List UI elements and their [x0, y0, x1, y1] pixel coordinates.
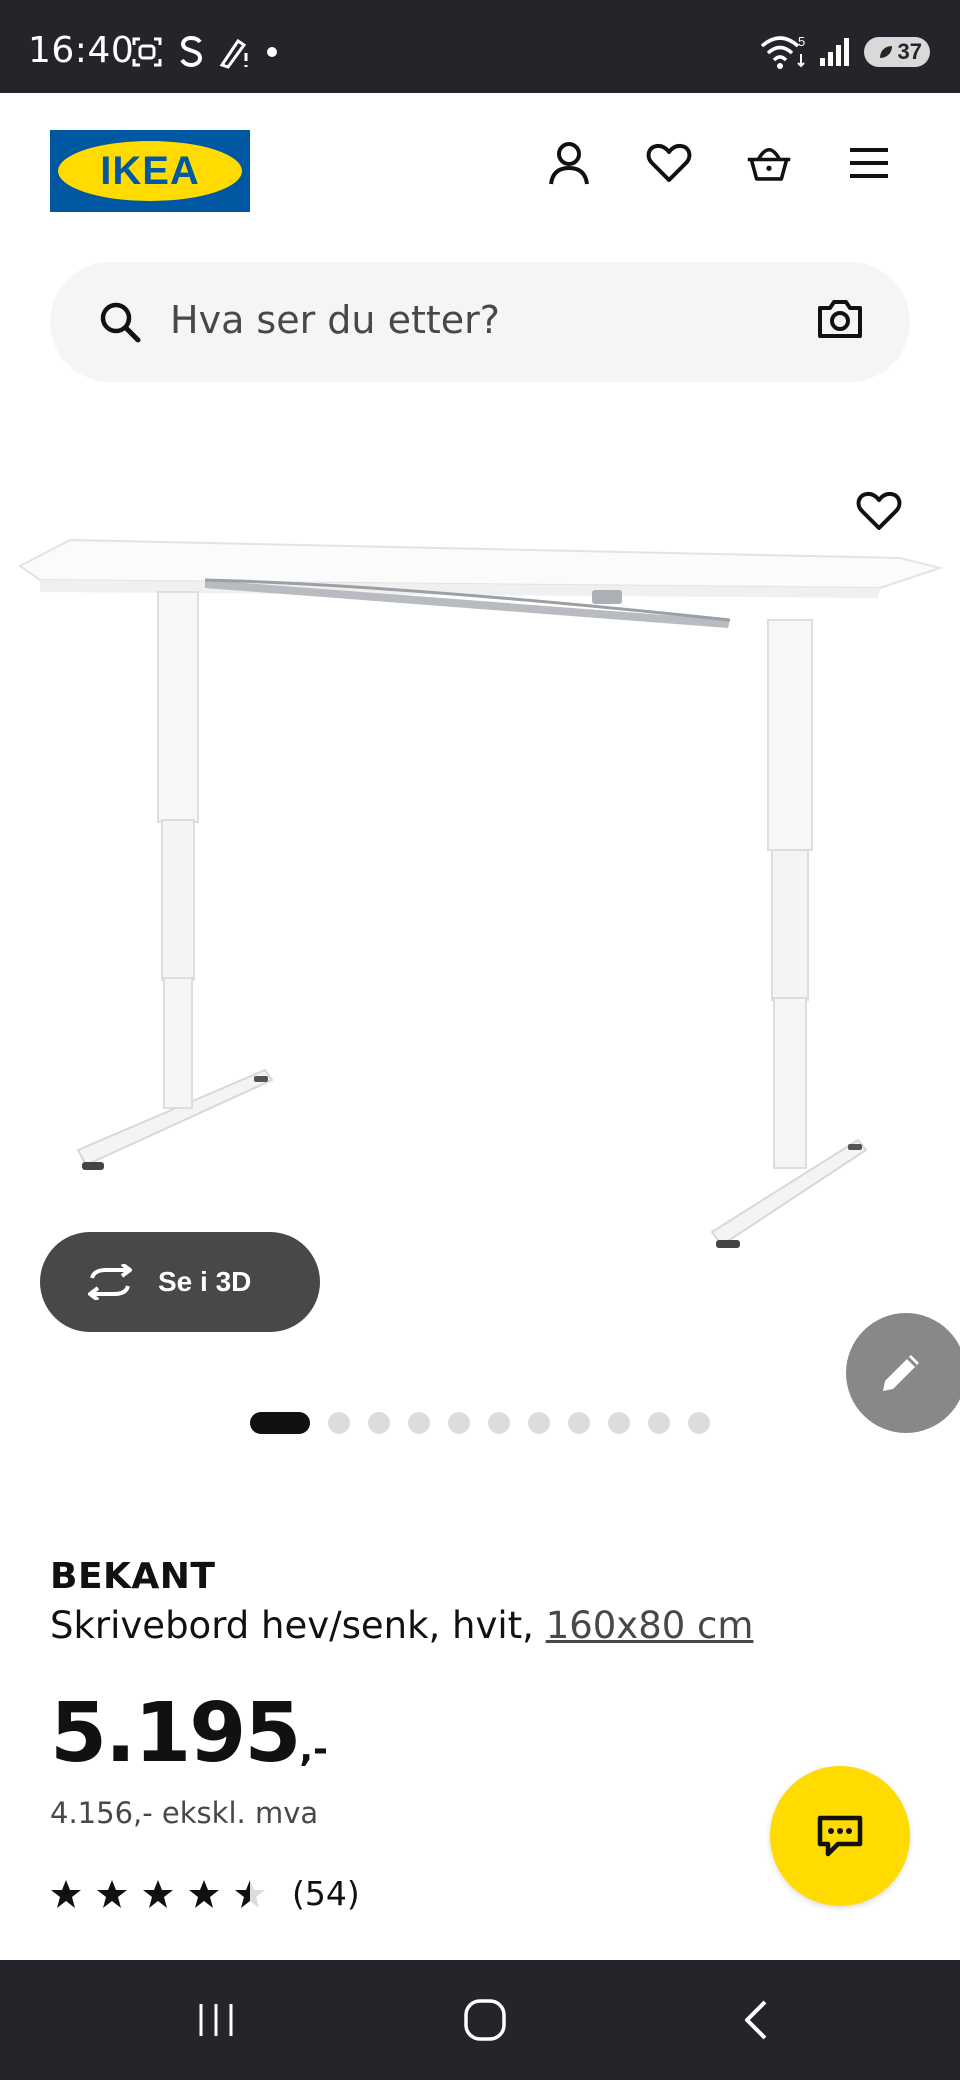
- view-in-3d-label: Se i 3D: [158, 1266, 252, 1297]
- edit-button[interactable]: [846, 1313, 960, 1433]
- search-bar[interactable]: Hva ser du etter?: [50, 262, 910, 382]
- product-description-text: Skrivebord hev/senk, hvit,: [50, 1604, 534, 1647]
- back-button[interactable]: [726, 1992, 786, 2048]
- gallery-pagination: [250, 1412, 710, 1434]
- star-icon: [51, 1879, 81, 1908]
- pen-alert-icon: [219, 38, 248, 69]
- logo-text: IKEA: [100, 148, 200, 193]
- pagination-dot[interactable]: [408, 1412, 430, 1434]
- add-to-favourites-button[interactable]: [856, 490, 902, 537]
- signal-icon: [820, 38, 849, 66]
- ikea-logo[interactable]: IKEA: [50, 130, 250, 212]
- pagination-dot[interactable]: [648, 1412, 670, 1434]
- product-gallery[interactable]: Se i 3D: [0, 420, 960, 1380]
- pagination-dot[interactable]: [368, 1412, 390, 1434]
- view-in-3d-button[interactable]: Se i 3D: [40, 1232, 320, 1332]
- camera-search-icon[interactable]: [816, 298, 864, 340]
- price-excl-vat: 4.156,- ekskl. mva: [50, 1796, 319, 1830]
- rotate-3d-icon: [88, 1264, 132, 1300]
- pagination-dot[interactable]: [608, 1412, 630, 1434]
- s-app-icon: [180, 35, 203, 68]
- product-description: Skrivebord hev/senk, hvit, 160x80 cm: [50, 1604, 753, 1647]
- profile-icon[interactable]: [546, 140, 592, 186]
- status-time: 16:40: [28, 30, 135, 71]
- menu-icon[interactable]: [846, 140, 892, 186]
- status-bar: 16:40 5 37: [0, 0, 960, 93]
- system-nav-bar: [0, 1960, 960, 2080]
- product-brand: BEKANT: [50, 1556, 216, 1597]
- price-suffix: ,-: [299, 1729, 328, 1770]
- leaf-icon: [879, 46, 892, 58]
- recent-apps-icon: [199, 2004, 233, 2036]
- wifi-icon: 5: [760, 34, 805, 69]
- star-icon: [97, 1879, 127, 1908]
- product-rating[interactable]: (54): [50, 1874, 360, 1913]
- notification-dot-icon: [267, 47, 277, 57]
- svg-text:5: 5: [798, 34, 805, 49]
- price-value: 5.195: [50, 1686, 301, 1781]
- recent-apps-button[interactable]: [186, 1992, 246, 2048]
- pagination-dot[interactable]: [688, 1412, 710, 1434]
- chat-button[interactable]: [770, 1766, 910, 1906]
- chat-icon: [817, 1815, 863, 1857]
- screenshot-icon: [132, 37, 162, 67]
- home-button[interactable]: [455, 1992, 515, 2048]
- search-input[interactable]: Hva ser du etter?: [170, 298, 500, 342]
- review-count: (54): [292, 1874, 360, 1913]
- half-star-icon: [235, 1879, 265, 1908]
- heart-icon: [856, 491, 902, 530]
- battery-indicator: 37: [864, 37, 930, 67]
- pagination-dot[interactable]: [488, 1412, 510, 1434]
- basket-icon[interactable]: [746, 140, 792, 186]
- product-dimensions-link[interactable]: 160x80 cm: [546, 1604, 754, 1647]
- pagination-dot[interactable]: [448, 1412, 470, 1434]
- pagination-dot[interactable]: [528, 1412, 550, 1434]
- home-icon: [464, 1999, 506, 2041]
- product-price: 5.195,-: [50, 1686, 328, 1781]
- pagination-dot[interactable]: [568, 1412, 590, 1434]
- pagination-dot[interactable]: [328, 1412, 350, 1434]
- header-actions: [546, 140, 892, 186]
- back-icon: [745, 2000, 767, 2040]
- heart-icon[interactable]: [646, 140, 692, 186]
- pagination-dot[interactable]: [250, 1412, 310, 1434]
- star-icon: [189, 1879, 219, 1908]
- pencil-icon: [883, 1355, 919, 1391]
- search-icon: [100, 302, 141, 343]
- star-icon: [143, 1879, 173, 1908]
